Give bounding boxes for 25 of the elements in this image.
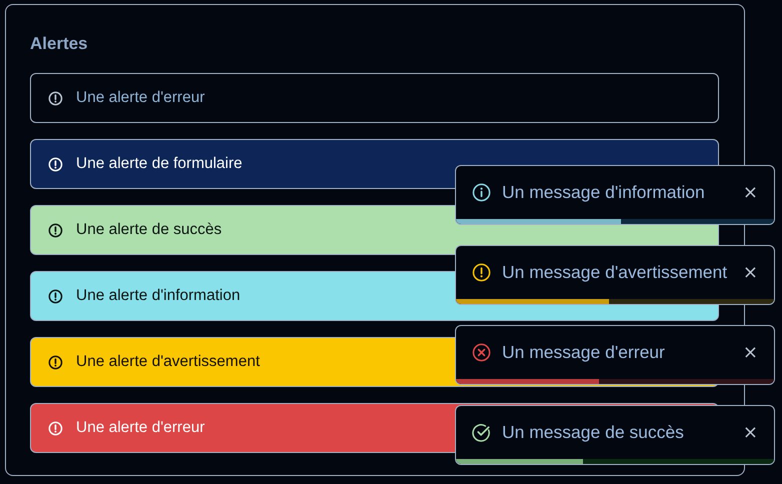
exclamation-icon [48, 420, 63, 436]
exclamation-icon [48, 222, 63, 238]
close-button[interactable]: × [738, 342, 762, 363]
cross-circle-icon [472, 343, 491, 362]
close-button[interactable]: × [738, 182, 762, 203]
close-button[interactable]: × [738, 422, 762, 443]
panel-title: Alertes [30, 34, 89, 54]
alert-text: Une alerte de succès [76, 221, 222, 239]
alert-text: Une alerte d'avertissement [76, 353, 260, 371]
toast-message: Un message de succès [502, 422, 685, 443]
alert-text: Une alerte d'information [76, 287, 240, 305]
alert-text: Une alerte d'erreur [76, 89, 205, 107]
alert-text: Une alerte de formulaire [76, 155, 242, 173]
alert-text: Une alerte d'erreur [76, 419, 205, 437]
exclamation-icon [48, 156, 63, 172]
info-icon [472, 183, 491, 202]
exclamation-icon [472, 263, 491, 282]
toast-message: Un message d'avertissement [502, 262, 728, 283]
exclamation-icon [48, 354, 63, 370]
close-button[interactable]: × [738, 262, 762, 283]
exclamation-icon [48, 288, 63, 304]
toast-message: Un message d'erreur [502, 342, 666, 363]
check-circle-icon [472, 423, 491, 442]
toast-message: Un message d'information [502, 182, 706, 203]
exclamation-icon [48, 90, 63, 106]
